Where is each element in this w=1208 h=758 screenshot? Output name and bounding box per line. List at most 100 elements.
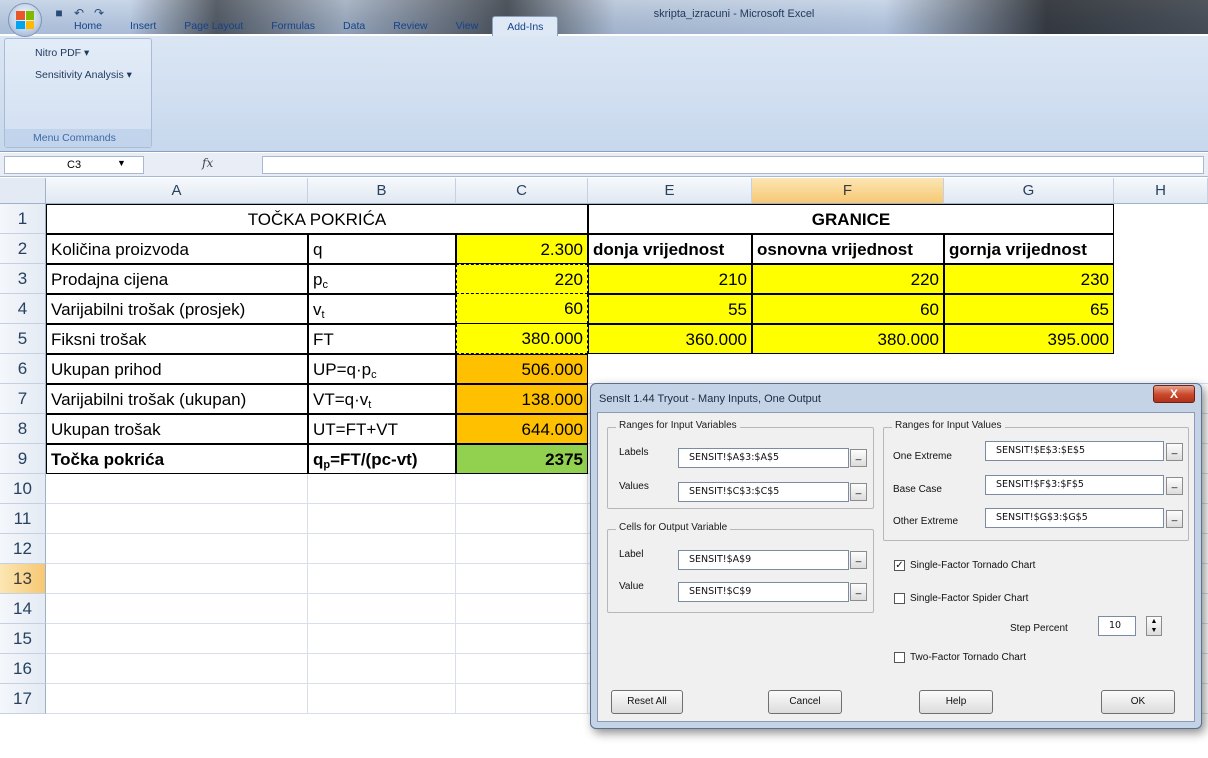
- sensitivity-analysis-menu[interactable]: Sensitivity Analysis ▾: [35, 69, 132, 81]
- ok-button[interactable]: OK: [1101, 690, 1175, 714]
- cell-e5[interactable]: 360.000: [588, 324, 752, 354]
- row-header[interactable]: 14: [0, 594, 46, 624]
- range-select-button[interactable]: _: [850, 583, 867, 601]
- base-case-input[interactable]: SENSIT!$F$3:$F$5: [985, 475, 1164, 495]
- cell-a9[interactable]: Točka pokrića: [46, 444, 308, 474]
- row-header[interactable]: 3: [0, 264, 46, 294]
- column-header-e[interactable]: E: [588, 178, 752, 204]
- spider-checkbox[interactable]: [894, 593, 905, 604]
- row-header[interactable]: 13: [0, 564, 46, 594]
- tab-review[interactable]: Review: [379, 16, 441, 36]
- column-header-g[interactable]: G: [944, 178, 1114, 204]
- tab-home[interactable]: Home: [60, 16, 116, 36]
- cell-b2[interactable]: q: [308, 234, 456, 264]
- cell-b7[interactable]: VT=q·vt: [308, 384, 456, 414]
- close-icon[interactable]: X: [1153, 385, 1195, 403]
- cell-b8[interactable]: UT=FT+VT: [308, 414, 456, 444]
- cell-c6[interactable]: 506.000: [456, 354, 588, 384]
- formula-input[interactable]: [262, 156, 1204, 174]
- cell-f4[interactable]: 60: [752, 294, 944, 324]
- labels-range-input[interactable]: SENSIT!$A$3:$A$5: [678, 448, 849, 468]
- select-all-corner[interactable]: [0, 178, 46, 204]
- chevron-down-icon[interactable]: ▼: [117, 158, 126, 168]
- cell-a1-title[interactable]: TOČKA POKRIĆA: [46, 204, 588, 234]
- other-extreme-input[interactable]: SENSIT!$G$3:$G$5: [985, 508, 1164, 528]
- column-header-a[interactable]: A: [46, 178, 308, 204]
- fx-icon[interactable]: fx: [150, 156, 260, 174]
- column-header-c[interactable]: C: [456, 178, 588, 204]
- nitro-pdf-menu[interactable]: Nitro PDF ▾: [35, 47, 89, 59]
- range-select-button[interactable]: _: [850, 483, 867, 501]
- cell-c2[interactable]: 2.300: [456, 234, 588, 264]
- cell-f5[interactable]: 380.000: [752, 324, 944, 354]
- row-header[interactable]: 5: [0, 324, 46, 354]
- two-factor-checkbox[interactable]: [894, 652, 905, 663]
- row-header[interactable]: 16: [0, 654, 46, 684]
- column-header-b[interactable]: B: [308, 178, 456, 204]
- cell-c4[interactable]: 60: [456, 294, 588, 324]
- cell-b9[interactable]: qp=FT/(pc-vt): [308, 444, 456, 474]
- column-header-h[interactable]: H: [1114, 178, 1208, 204]
- values-range-input[interactable]: SENSIT!$C$3:$C$5: [678, 482, 849, 502]
- tab-data[interactable]: Data: [329, 16, 379, 36]
- cell-c3-selected[interactable]: 220: [456, 264, 588, 294]
- output-label-input[interactable]: SENSIT!$A$9: [678, 550, 849, 570]
- row-header[interactable]: 17: [0, 684, 46, 714]
- name-box[interactable]: C3 ▼: [4, 156, 144, 174]
- spider-chart-option[interactable]: Single-Factor Spider Chart: [894, 593, 1028, 604]
- cell-b3[interactable]: pc: [308, 264, 456, 294]
- cell-g4[interactable]: 65: [944, 294, 1114, 324]
- cell-e1-title[interactable]: GRANICE: [588, 204, 1114, 234]
- step-spinner[interactable]: ▲ ▼: [1146, 616, 1162, 636]
- cell-g2[interactable]: gornja vrijednost: [944, 234, 1114, 264]
- row-header[interactable]: 9: [0, 444, 46, 474]
- column-header-f[interactable]: F: [752, 178, 944, 204]
- range-select-button[interactable]: _: [1166, 510, 1183, 528]
- row-header[interactable]: 11: [0, 504, 46, 534]
- tornado-checkbox[interactable]: ✓: [894, 560, 905, 571]
- step-percent-input[interactable]: 10: [1098, 616, 1136, 636]
- one-extreme-input[interactable]: SENSIT!$E$3:$E$5: [985, 441, 1164, 461]
- cell-a8[interactable]: Ukupan trošak: [46, 414, 308, 444]
- cell-b5[interactable]: FT: [308, 324, 456, 354]
- cell-e3[interactable]: 210: [588, 264, 752, 294]
- cell-c9[interactable]: 2375: [456, 444, 588, 474]
- row-header[interactable]: 15: [0, 624, 46, 654]
- cell-g5[interactable]: 395.000: [944, 324, 1114, 354]
- tab-add-ins[interactable]: Add-Ins: [492, 16, 559, 36]
- cell-c5[interactable]: 380.000: [456, 324, 588, 354]
- tab-view[interactable]: View: [442, 16, 493, 36]
- tab-page-layout[interactable]: Page Layout: [170, 16, 257, 36]
- office-button[interactable]: [8, 3, 42, 37]
- range-select-button[interactable]: _: [850, 449, 867, 467]
- cell-a7[interactable]: Varijabilni trošak (ukupan): [46, 384, 308, 414]
- range-select-button[interactable]: _: [850, 551, 867, 569]
- cell-a5[interactable]: Fiksni trošak: [46, 324, 308, 354]
- row-header[interactable]: 8: [0, 414, 46, 444]
- tab-formulas[interactable]: Formulas: [257, 16, 329, 36]
- chevron-down-icon[interactable]: ▼: [1147, 626, 1161, 635]
- cell-f3[interactable]: 220: [752, 264, 944, 294]
- chevron-up-icon[interactable]: ▲: [1147, 617, 1161, 626]
- cell-a2[interactable]: Količina proizvoda: [46, 234, 308, 264]
- range-select-button[interactable]: _: [1166, 443, 1183, 461]
- cell-g3[interactable]: 230: [944, 264, 1114, 294]
- two-factor-option[interactable]: Two-Factor Tornado Chart: [894, 652, 1026, 663]
- row-header[interactable]: 12: [0, 534, 46, 564]
- range-select-button[interactable]: _: [1166, 477, 1183, 495]
- tab-insert[interactable]: Insert: [116, 16, 170, 36]
- cell-e2[interactable]: donja vrijednost: [588, 234, 752, 264]
- cell-b4[interactable]: vt: [308, 294, 456, 324]
- cancel-button[interactable]: Cancel: [768, 690, 842, 714]
- row-header[interactable]: 6: [0, 354, 46, 384]
- row-header[interactable]: 10: [0, 474, 46, 504]
- cell-e4[interactable]: 55: [588, 294, 752, 324]
- cell-a3[interactable]: Prodajna cijena: [46, 264, 308, 294]
- row-header[interactable]: 1: [0, 204, 46, 234]
- cell-a6[interactable]: Ukupan prihod: [46, 354, 308, 384]
- cell-f2[interactable]: osnovna vrijednost: [752, 234, 944, 264]
- cell-c7[interactable]: 138.000: [456, 384, 588, 414]
- output-value-input[interactable]: SENSIT!$C$9: [678, 582, 849, 602]
- row-header[interactable]: 7: [0, 384, 46, 414]
- cell-c8[interactable]: 644.000: [456, 414, 588, 444]
